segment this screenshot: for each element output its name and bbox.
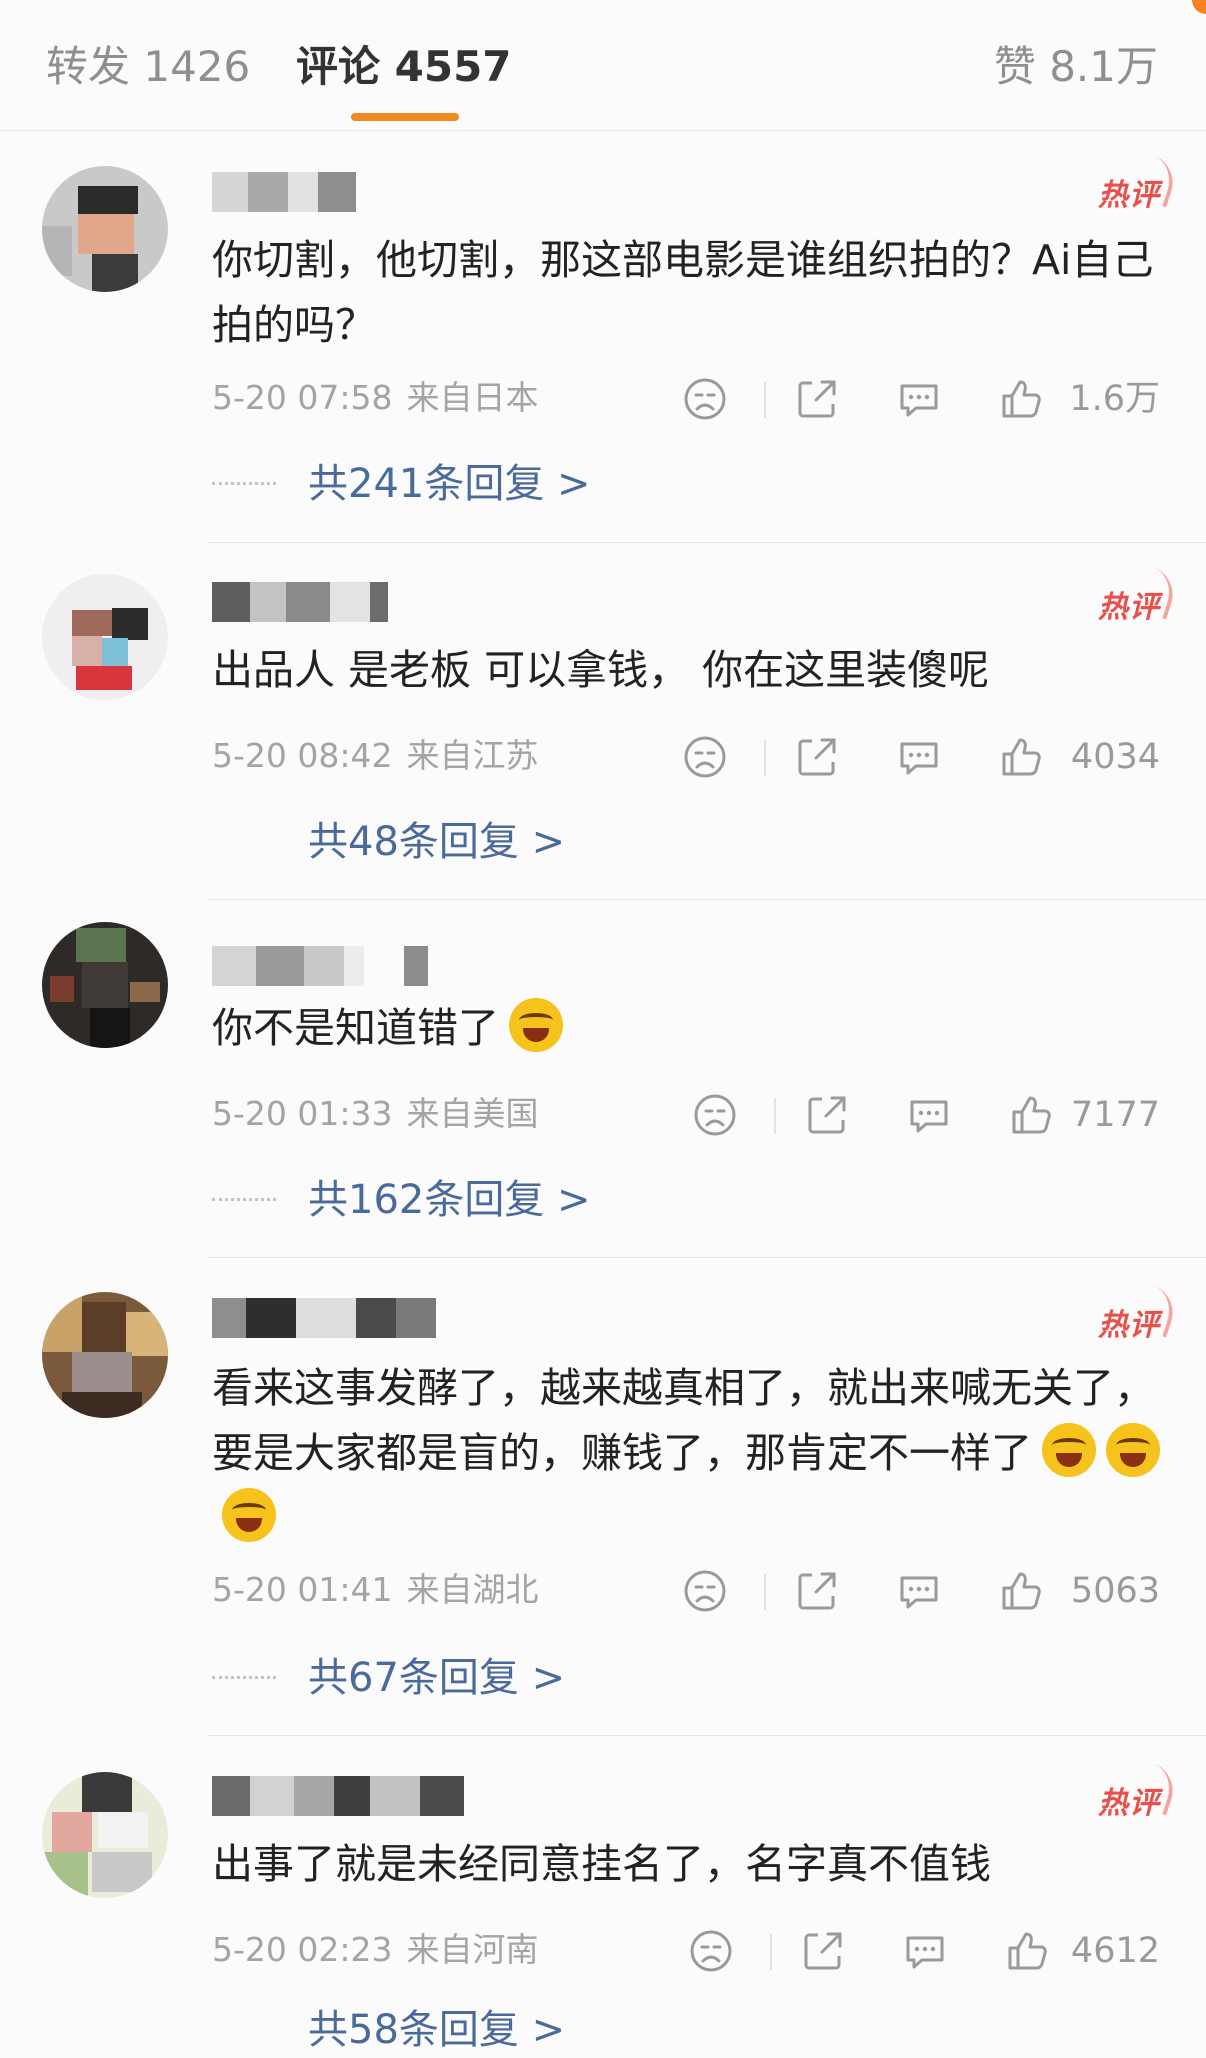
comment-item: 你不是知道错了 5-20 01:33 来自美国 7177 共162条回复 > bbox=[0, 900, 1206, 1258]
comment-location: 来自美国 bbox=[406, 1094, 539, 1133]
laugh-cry-emoji-icon bbox=[1106, 1423, 1160, 1477]
avatar[interactable] bbox=[42, 1772, 168, 1898]
comment-location: 来自湖北 bbox=[406, 1570, 539, 1609]
reply-icon[interactable] bbox=[894, 374, 944, 424]
avatar[interactable] bbox=[42, 1292, 168, 1418]
username-blurred[interactable] bbox=[212, 582, 412, 622]
share-icon[interactable] bbox=[792, 374, 842, 424]
reply-icon[interactable] bbox=[894, 1566, 944, 1616]
username-blurred[interactable] bbox=[212, 946, 452, 986]
like-icon[interactable] bbox=[996, 732, 1046, 782]
dislike-icon[interactable] bbox=[680, 1566, 730, 1616]
view-replies-link[interactable]: 共58条回复 > bbox=[308, 2002, 565, 2058]
comment-location: 来自日本 bbox=[406, 378, 539, 417]
like-icon[interactable] bbox=[996, 1566, 1046, 1616]
comment-date: 5-20 08:42 bbox=[212, 736, 393, 775]
tab-repost[interactable]: 转发 1426 bbox=[46, 38, 250, 96]
comment-text: 看来这事发酵了，越来越真相了，就出来喊无关了，要是大家都是盲的，赚钱了，那肯定不… bbox=[212, 1356, 1160, 1551]
comment-text: 出事了就是未经同意挂名了，名字真不值钱 bbox=[212, 1840, 991, 1888]
like-count: 4612 bbox=[1070, 1931, 1160, 1971]
comment-date: 5-20 07:58 bbox=[212, 378, 393, 417]
hot-comment-badge: 热评 bbox=[1098, 1778, 1160, 1822]
dislike-icon[interactable] bbox=[680, 732, 730, 782]
replies-row: 共162条回复 > bbox=[212, 1172, 632, 1228]
replies-row: 共67条回复 > bbox=[212, 1650, 632, 1706]
action-separator bbox=[764, 382, 766, 418]
active-tab-indicator bbox=[351, 113, 459, 121]
comment-item: 热评 出品人 是老板 可以拿钱， 你在这里装傻呢 5-20 08:42 来自江苏 … bbox=[0, 550, 1206, 900]
comment-date: 5-20 01:41 bbox=[212, 1570, 393, 1609]
comment-item: 热评 看来这事发酵了，越来越真相了，就出来喊无关了，要是大家都是盲的，赚钱了，那… bbox=[0, 1258, 1206, 1736]
avatar[interactable] bbox=[42, 574, 168, 700]
comment-date: 5-20 02:23 bbox=[212, 1930, 393, 1969]
dots-decoration bbox=[212, 1676, 276, 1683]
comment-meta: 5-20 01:41 来自湖北 bbox=[212, 1568, 553, 1612]
comment-text-content: 你不是知道错了 bbox=[212, 1004, 499, 1052]
comment-meta: 5-20 01:33 来自美国 bbox=[212, 1092, 553, 1136]
laugh-cry-emoji-icon bbox=[509, 998, 563, 1052]
laugh-cry-emoji-icon bbox=[222, 1488, 276, 1542]
like-count: 1.6万 bbox=[1069, 379, 1160, 419]
username-blurred[interactable] bbox=[212, 1298, 472, 1338]
dots-decoration bbox=[212, 482, 276, 489]
hot-comment-badge: 热评 bbox=[1098, 170, 1160, 214]
comment-meta: 5-20 07:58 来自日本 bbox=[212, 376, 553, 420]
tab-comments[interactable]: 评论 4557 bbox=[296, 38, 512, 96]
tab-bar: 转发 1426 评论 4557 赞 8.1万 bbox=[0, 0, 1206, 131]
comment-text: 出品人 是老板 可以拿钱， 你在这里装傻呢 bbox=[212, 646, 990, 694]
action-separator bbox=[764, 740, 766, 776]
action-separator bbox=[774, 1098, 776, 1134]
comment-item: 热评 出事了就是未经同意挂名了，名字真不值钱 5-20 02:23 来自河南 46… bbox=[0, 1736, 1206, 2053]
comment-item: 热评 你切割，他切割，那这部电影是谁组织拍的？Ai自己拍的吗？ 5-20 07:… bbox=[0, 130, 1206, 550]
comment-actions: 1.6万 bbox=[680, 374, 1160, 424]
tab-likes[interactable]: 赞 8.1万 bbox=[994, 38, 1158, 96]
comment-text: 你切割，他切割，那这部电影是谁组织拍的？Ai自己拍的吗？ bbox=[212, 236, 1154, 349]
username-blurred[interactable] bbox=[212, 172, 372, 212]
username-blurred[interactable] bbox=[212, 1776, 482, 1816]
divider bbox=[208, 542, 1206, 543]
comment-text-content: 看来这事发酵了，越来越真相了，就出来喊无关了，要是大家都是盲的，赚钱了，那肯定不… bbox=[212, 1364, 1155, 1477]
share-icon[interactable] bbox=[792, 732, 842, 782]
share-icon[interactable] bbox=[802, 1090, 852, 1140]
replies-row: 共241条回复 > bbox=[212, 456, 632, 512]
avatar[interactable] bbox=[42, 922, 168, 1048]
hot-comment-badge: 热评 bbox=[1098, 582, 1160, 626]
action-separator bbox=[764, 1574, 766, 1610]
like-count: 4034 bbox=[1070, 737, 1160, 777]
share-icon[interactable] bbox=[798, 1926, 848, 1976]
laugh-cry-emoji-icon bbox=[1042, 1423, 1096, 1477]
replies-row: 共48条回复 > bbox=[212, 814, 632, 870]
replies-row: 共58条回复 > bbox=[212, 2002, 632, 2058]
like-icon[interactable] bbox=[996, 374, 1046, 424]
dots-decoration bbox=[212, 1198, 276, 1205]
comment-meta: 5-20 08:42 来自江苏 bbox=[212, 734, 553, 778]
comment-text: 你不是知道错了 bbox=[212, 996, 1162, 1061]
share-icon[interactable] bbox=[792, 1566, 842, 1616]
view-replies-link[interactable]: 共162条回复 > bbox=[308, 1172, 591, 1228]
comment-location: 来自江苏 bbox=[406, 736, 539, 775]
reply-icon[interactable] bbox=[900, 1926, 950, 1976]
like-icon[interactable] bbox=[1002, 1926, 1052, 1976]
comment-actions: 4612 bbox=[686, 1926, 1160, 1976]
like-count: 5063 bbox=[1070, 1571, 1160, 1611]
reply-icon[interactable] bbox=[894, 732, 944, 782]
comment-actions: 4034 bbox=[680, 732, 1160, 782]
action-separator bbox=[770, 1934, 772, 1970]
hot-comment-badge: 热评 bbox=[1098, 1300, 1160, 1344]
view-replies-link[interactable]: 共48条回复 > bbox=[308, 814, 565, 870]
dislike-icon[interactable] bbox=[690, 1090, 740, 1140]
dislike-icon[interactable] bbox=[686, 1926, 736, 1976]
dislike-icon[interactable] bbox=[680, 374, 730, 424]
comment-actions: 7177 bbox=[690, 1090, 1160, 1140]
comment-date: 5-20 01:33 bbox=[212, 1094, 393, 1133]
comment-meta: 5-20 02:23 来自河南 bbox=[212, 1928, 553, 1972]
comment-location: 来自河南 bbox=[406, 1930, 539, 1969]
view-replies-link[interactable]: 共67条回复 > bbox=[308, 1650, 565, 1706]
avatar[interactable] bbox=[42, 166, 168, 292]
like-count: 7177 bbox=[1070, 1095, 1160, 1135]
comment-actions: 5063 bbox=[680, 1566, 1160, 1616]
view-replies-link[interactable]: 共241条回复 > bbox=[308, 456, 591, 512]
reply-icon[interactable] bbox=[904, 1090, 954, 1140]
like-icon[interactable] bbox=[1006, 1090, 1056, 1140]
